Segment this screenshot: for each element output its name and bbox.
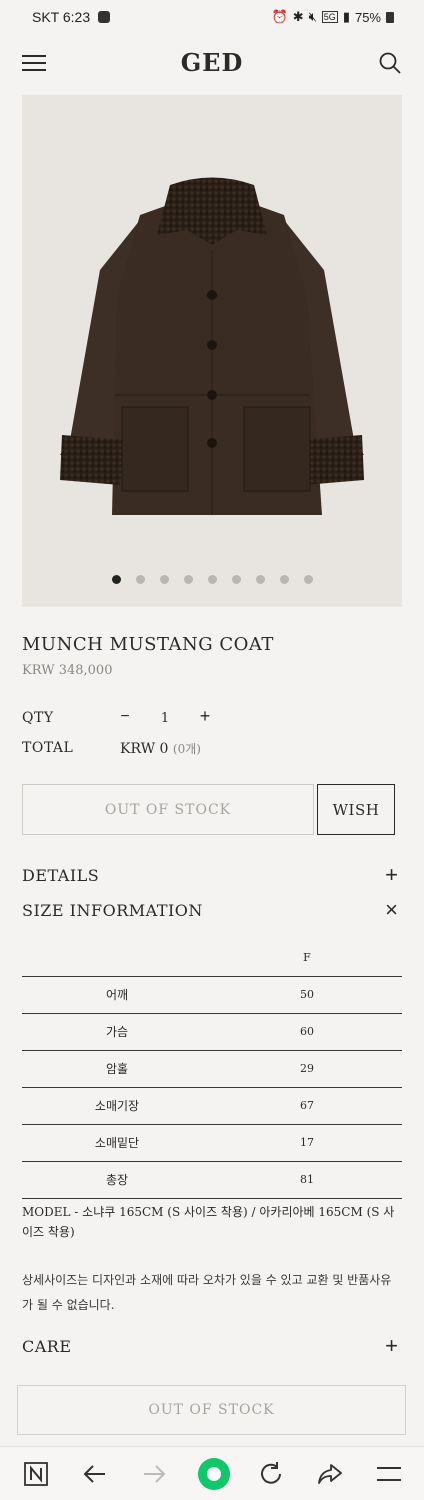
carousel-dot[interactable] bbox=[303, 575, 313, 584]
measurement-value: 60 bbox=[212, 1013, 402, 1051]
qty-decrease-button[interactable]: − bbox=[118, 708, 132, 726]
network-icon: 5G bbox=[321, 11, 338, 23]
signal-icon: ▮ bbox=[342, 9, 350, 24]
plus-icon[interactable]: + bbox=[385, 862, 398, 888]
measurement-name: 가슴 bbox=[22, 1013, 212, 1051]
share-icon[interactable] bbox=[316, 1460, 344, 1488]
qty-value[interactable]: 1 bbox=[158, 711, 172, 726]
measurement-value: 67 bbox=[212, 1087, 402, 1125]
table-row: 암홀 29 bbox=[22, 1050, 402, 1088]
app-notification-icon bbox=[98, 11, 111, 23]
size-disclaimer: 상세사이즈는 디자인과 소재에 따라 오차가 있을 수 있고 교환 및 반품사유… bbox=[22, 1273, 392, 1312]
details-label: DETAILS bbox=[22, 866, 100, 885]
measurement-name: 어깨 bbox=[22, 976, 212, 1014]
menu-icon[interactable] bbox=[375, 1460, 403, 1488]
status-right: ⏰ ✱ 🔇︎ 5G ▮ 75% bbox=[271, 9, 394, 25]
carousel-dot[interactable] bbox=[279, 575, 289, 584]
carousel-dot[interactable] bbox=[159, 575, 169, 584]
total-amount: KRW 0 bbox=[120, 741, 169, 757]
table-header-row: F bbox=[22, 939, 402, 977]
measurement-value: 17 bbox=[212, 1124, 402, 1162]
sticky-out-of-stock-button[interactable]: OUT OF STOCK bbox=[17, 1385, 406, 1435]
measurement-value: 29 bbox=[212, 1050, 402, 1088]
qty-increase-button[interactable]: + bbox=[198, 706, 212, 727]
naver-home-icon[interactable] bbox=[22, 1460, 50, 1488]
details-section-toggle[interactable]: DETAILS + bbox=[22, 862, 402, 890]
carousel-dot[interactable] bbox=[183, 575, 193, 584]
table-row: 총장 81 bbox=[22, 1161, 402, 1199]
mute-icon: 🔇︎ bbox=[308, 9, 317, 24]
green-dot-icon[interactable] bbox=[197, 1457, 231, 1491]
carousel-dots bbox=[22, 575, 402, 584]
qty-label: QTY bbox=[22, 710, 54, 726]
carousel-dot[interactable] bbox=[111, 575, 121, 584]
table-row: 소매밑단 17 bbox=[22, 1124, 402, 1162]
status-left: SKT 6:23 bbox=[32, 9, 111, 25]
measurement-name: 총장 bbox=[22, 1161, 212, 1199]
wish-button[interactable]: WISH bbox=[317, 784, 395, 835]
table-row: 가슴 60 bbox=[22, 1013, 402, 1051]
carousel-dot[interactable] bbox=[231, 575, 241, 584]
table-header-cell: F bbox=[212, 939, 402, 977]
carousel-dot[interactable] bbox=[135, 575, 145, 584]
measurement-value: 81 bbox=[212, 1161, 402, 1199]
search-icon[interactable] bbox=[378, 51, 402, 75]
size-table: F 어깨 50 가슴 60 암홀 29 소매기장 67 소매밑단 17 총장 8… bbox=[22, 939, 402, 1199]
battery-level: 75% bbox=[354, 9, 381, 25]
forward-arrow-icon[interactable] bbox=[140, 1460, 168, 1488]
table-row: 소매기장 67 bbox=[22, 1087, 402, 1125]
carrier-time: SKT 6:23 bbox=[32, 9, 91, 25]
care-section-toggle[interactable]: CARE + bbox=[22, 1333, 402, 1361]
measurement-value: 50 bbox=[212, 976, 402, 1014]
product-price: KRW 348,000 bbox=[22, 663, 113, 678]
back-arrow-icon[interactable] bbox=[81, 1460, 109, 1488]
table-header-cell bbox=[22, 939, 212, 977]
care-label: CARE bbox=[22, 1337, 72, 1356]
size-information-label: SIZE INFORMATION bbox=[22, 901, 203, 920]
carousel-dot[interactable] bbox=[207, 575, 217, 584]
product-image[interactable] bbox=[22, 95, 402, 607]
carousel-dot[interactable] bbox=[255, 575, 265, 584]
size-information-section-toggle[interactable]: SIZE INFORMATION × bbox=[22, 897, 402, 925]
bluetooth-icon: ✱ bbox=[292, 9, 304, 24]
table-row: 어깨 50 bbox=[22, 976, 402, 1014]
total-value: KRW 0 (0개) bbox=[120, 740, 201, 757]
product-title: MUNCH MUSTANG COAT bbox=[22, 634, 274, 655]
total-count: (0개) bbox=[172, 742, 201, 756]
total-label: TOTAL bbox=[22, 740, 74, 756]
battery-icon bbox=[386, 11, 394, 23]
refresh-icon[interactable] bbox=[257, 1460, 285, 1488]
browser-toolbar bbox=[0, 1446, 424, 1500]
measurement-name: 암홀 bbox=[22, 1050, 212, 1088]
coat-illustration bbox=[60, 177, 364, 515]
measurement-name: 소매기장 bbox=[22, 1087, 212, 1125]
plus-icon[interactable]: + bbox=[385, 1333, 398, 1359]
model-note: MODEL - 소냐쿠 165CM (S 사이즈 착용) / 아카리아베 165… bbox=[22, 1205, 395, 1239]
alarm-icon: ⏰ bbox=[271, 9, 288, 24]
close-icon[interactable]: × bbox=[385, 897, 398, 923]
out-of-stock-button[interactable]: OUT OF STOCK bbox=[22, 784, 314, 835]
measurement-name: 소매밑단 bbox=[22, 1124, 212, 1162]
status-bar: SKT 6:23 ⏰ ✱ 🔇︎ 5G ▮ 75% bbox=[0, 0, 424, 34]
site-logo[interactable]: GED bbox=[0, 48, 424, 77]
site-header: GED bbox=[0, 34, 424, 92]
